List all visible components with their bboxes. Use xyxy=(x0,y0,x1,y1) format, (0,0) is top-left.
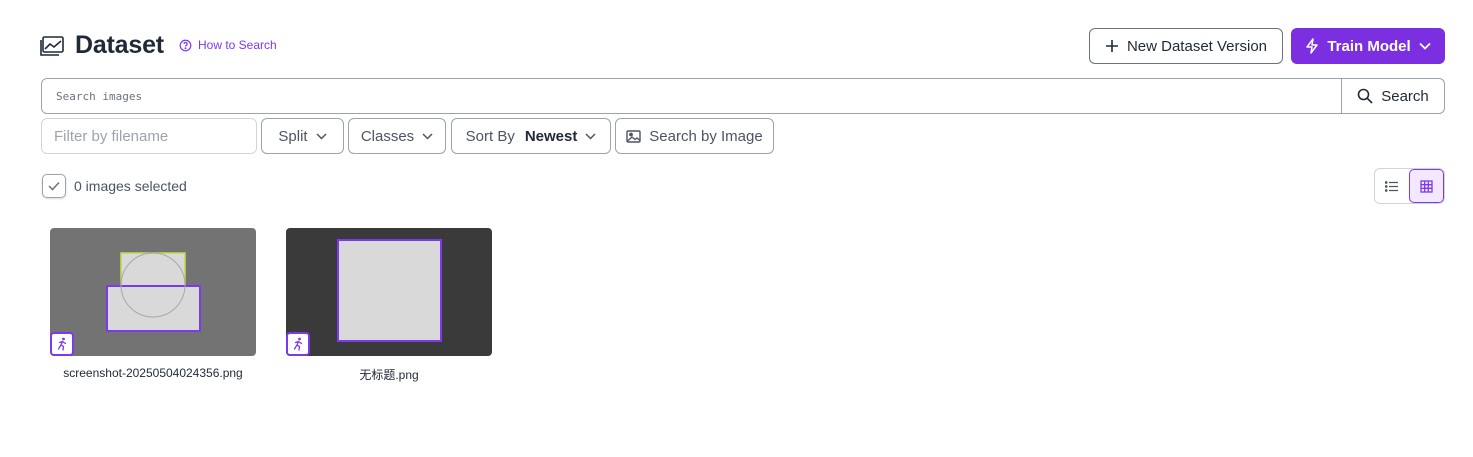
split-dropdown[interactable]: Split xyxy=(261,118,344,154)
search-button-label: Search xyxy=(1381,87,1429,105)
search-button[interactable]: Search xyxy=(1341,79,1444,113)
new-dataset-version-label: New Dataset Version xyxy=(1126,37,1268,55)
filename-filter-input[interactable] xyxy=(41,118,257,154)
page-header: Dataset How to Search New Dataset Versio… xyxy=(40,28,1445,64)
split-label: Split xyxy=(278,127,308,145)
check-icon xyxy=(48,181,60,191)
thumbnail-image xyxy=(50,228,256,356)
search-by-image-button[interactable]: Search by Image xyxy=(615,118,774,154)
question-circle-icon xyxy=(179,39,192,51)
thumbnail-image xyxy=(286,228,492,356)
chevron-down-icon xyxy=(1419,42,1431,50)
view-toggle xyxy=(1374,168,1445,204)
new-dataset-version-button[interactable]: New Dataset Version xyxy=(1089,28,1283,64)
grid-icon xyxy=(1420,179,1433,193)
running-person-icon xyxy=(286,332,310,356)
search-bar: Search xyxy=(41,78,1445,114)
sort-by-value: Newest xyxy=(524,127,578,145)
grid-view-button[interactable] xyxy=(1408,169,1444,203)
image-card: screenshot-20250504024356.png xyxy=(50,228,256,380)
lightning-icon xyxy=(1306,38,1319,54)
search-by-image-label: Search by Image xyxy=(649,127,763,145)
plus-icon xyxy=(1105,40,1118,52)
search-input[interactable] xyxy=(42,79,1341,113)
selection-row: 0 images selected xyxy=(42,174,187,198)
sort-by-label: Sort By xyxy=(465,127,515,145)
chevron-down-icon xyxy=(585,132,596,140)
chevron-down-icon xyxy=(422,132,433,140)
selected-count: 0 images selected xyxy=(74,178,187,194)
train-model-button[interactable]: Train Model xyxy=(1291,28,1445,64)
classes-dropdown[interactable]: Classes xyxy=(348,118,446,154)
image-filename: 无标题.png xyxy=(359,368,419,382)
image-card: 无标题.png xyxy=(286,228,492,383)
sort-by-dropdown[interactable]: Sort By Newest xyxy=(451,118,611,154)
image-thumbnail[interactable] xyxy=(286,228,492,356)
image-chart-icon xyxy=(40,36,64,56)
train-model-label: Train Model xyxy=(1327,37,1411,55)
how-to-search-link[interactable]: How to Search xyxy=(179,38,277,52)
page-title: Dataset xyxy=(75,31,164,59)
running-person-icon xyxy=(50,332,74,356)
search-icon xyxy=(1357,88,1373,104)
list-view-button[interactable] xyxy=(1375,169,1409,203)
image-filename: screenshot-20250504024356.png xyxy=(63,366,243,380)
select-all-checkbox[interactable] xyxy=(42,174,66,198)
classes-label: Classes xyxy=(360,127,415,145)
image-thumbnail[interactable] xyxy=(50,228,256,356)
list-icon xyxy=(1384,180,1398,192)
chevron-down-icon xyxy=(316,132,327,140)
image-icon xyxy=(626,129,641,143)
how-to-search-label: How to Search xyxy=(198,38,277,52)
